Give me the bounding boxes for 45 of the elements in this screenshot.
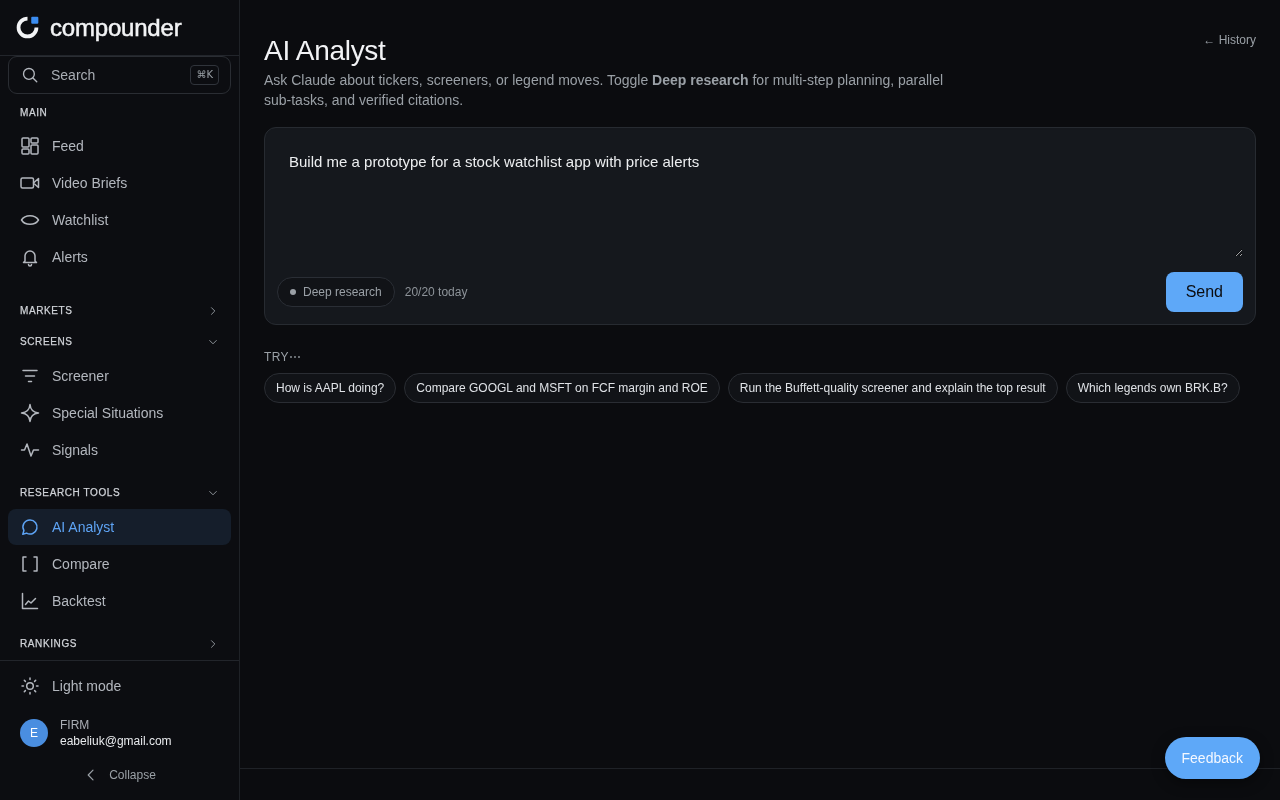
prompt-input[interactable]: Build me a prototype for a stock watchlist app with price alerts xyxy=(277,140,1243,257)
section-toggle[interactable]: RANKINGS xyxy=(0,628,239,659)
nav-item[interactable]: Watchlist xyxy=(8,202,231,238)
brackets-icon xyxy=(20,554,40,574)
nav-item[interactable]: Compare xyxy=(8,546,231,582)
suggestions-label: TRY⋯ xyxy=(264,349,302,365)
nav-item[interactable]: Signals xyxy=(8,432,231,468)
suggestion-chip[interactable]: How is AAPL doing? xyxy=(264,373,397,403)
nav-item[interactable]: Video Briefs xyxy=(8,165,231,201)
section-toggle[interactable]: RESEARCH TOOLS xyxy=(0,477,239,508)
grid-icon xyxy=(20,136,40,156)
pulse-icon xyxy=(20,440,40,460)
nav-item[interactable]: Alerts xyxy=(8,239,231,275)
section-toggle[interactable]: SCREENS xyxy=(0,326,239,357)
line-chart-icon xyxy=(20,591,40,611)
send-button[interactable]: Send xyxy=(1165,272,1243,312)
avatar: E xyxy=(20,719,48,747)
sparkle-icon xyxy=(20,403,40,423)
collapse-button[interactable]: Collapse xyxy=(83,761,156,789)
logo-icon xyxy=(15,15,40,40)
suggestion-chip[interactable]: Compare GOOGL and MSFT on FCF margin and ROE xyxy=(404,373,720,403)
suggestion-chip[interactable]: Which legends own BRK.B? xyxy=(1065,373,1240,403)
section-toggle[interactable]: MARKETS xyxy=(0,295,239,326)
prompt-box[interactable]: Build me a prototype for a stock watchlist app with price alerts Deep research 20/20 today Send xyxy=(264,127,1256,325)
user-plan: FIRM xyxy=(60,717,91,733)
nav-item[interactable]: Screener xyxy=(8,358,231,394)
sun-icon xyxy=(20,676,40,696)
history-link[interactable]: ← History xyxy=(1203,31,1256,49)
search-icon xyxy=(21,66,39,84)
bell-icon xyxy=(20,247,40,267)
nav-item[interactable]: Special Situations xyxy=(8,395,231,431)
section-label: MAIN xyxy=(19,105,49,120)
nav-item[interactable]: Feed xyxy=(8,128,231,164)
nav-item[interactable]: AI Analyst xyxy=(8,509,231,545)
page-title: AI Analyst xyxy=(264,34,387,68)
brand-name: compounder xyxy=(50,15,182,40)
usage-counter: 20/20 today xyxy=(404,284,468,301)
deep-research-toggle[interactable]: Deep research xyxy=(277,277,395,307)
theme-toggle[interactable]: Light mode xyxy=(8,668,231,704)
user-email: eabeliuk@gmail.com xyxy=(60,733,172,749)
suggestion-chip[interactable]: Run the Buffett-quality screener and explain the top result xyxy=(727,373,1058,403)
nav-item[interactable]: Backtest xyxy=(8,583,231,619)
shortcut-key: ⌘K xyxy=(190,65,219,85)
chat-bubble-icon xyxy=(20,517,40,537)
page-description: Ask Claude about tickers, screeners, or legend moves. Toggle Deep research for multi-step planning, parallel sub-tasks, and verified citations. xyxy=(264,71,945,110)
